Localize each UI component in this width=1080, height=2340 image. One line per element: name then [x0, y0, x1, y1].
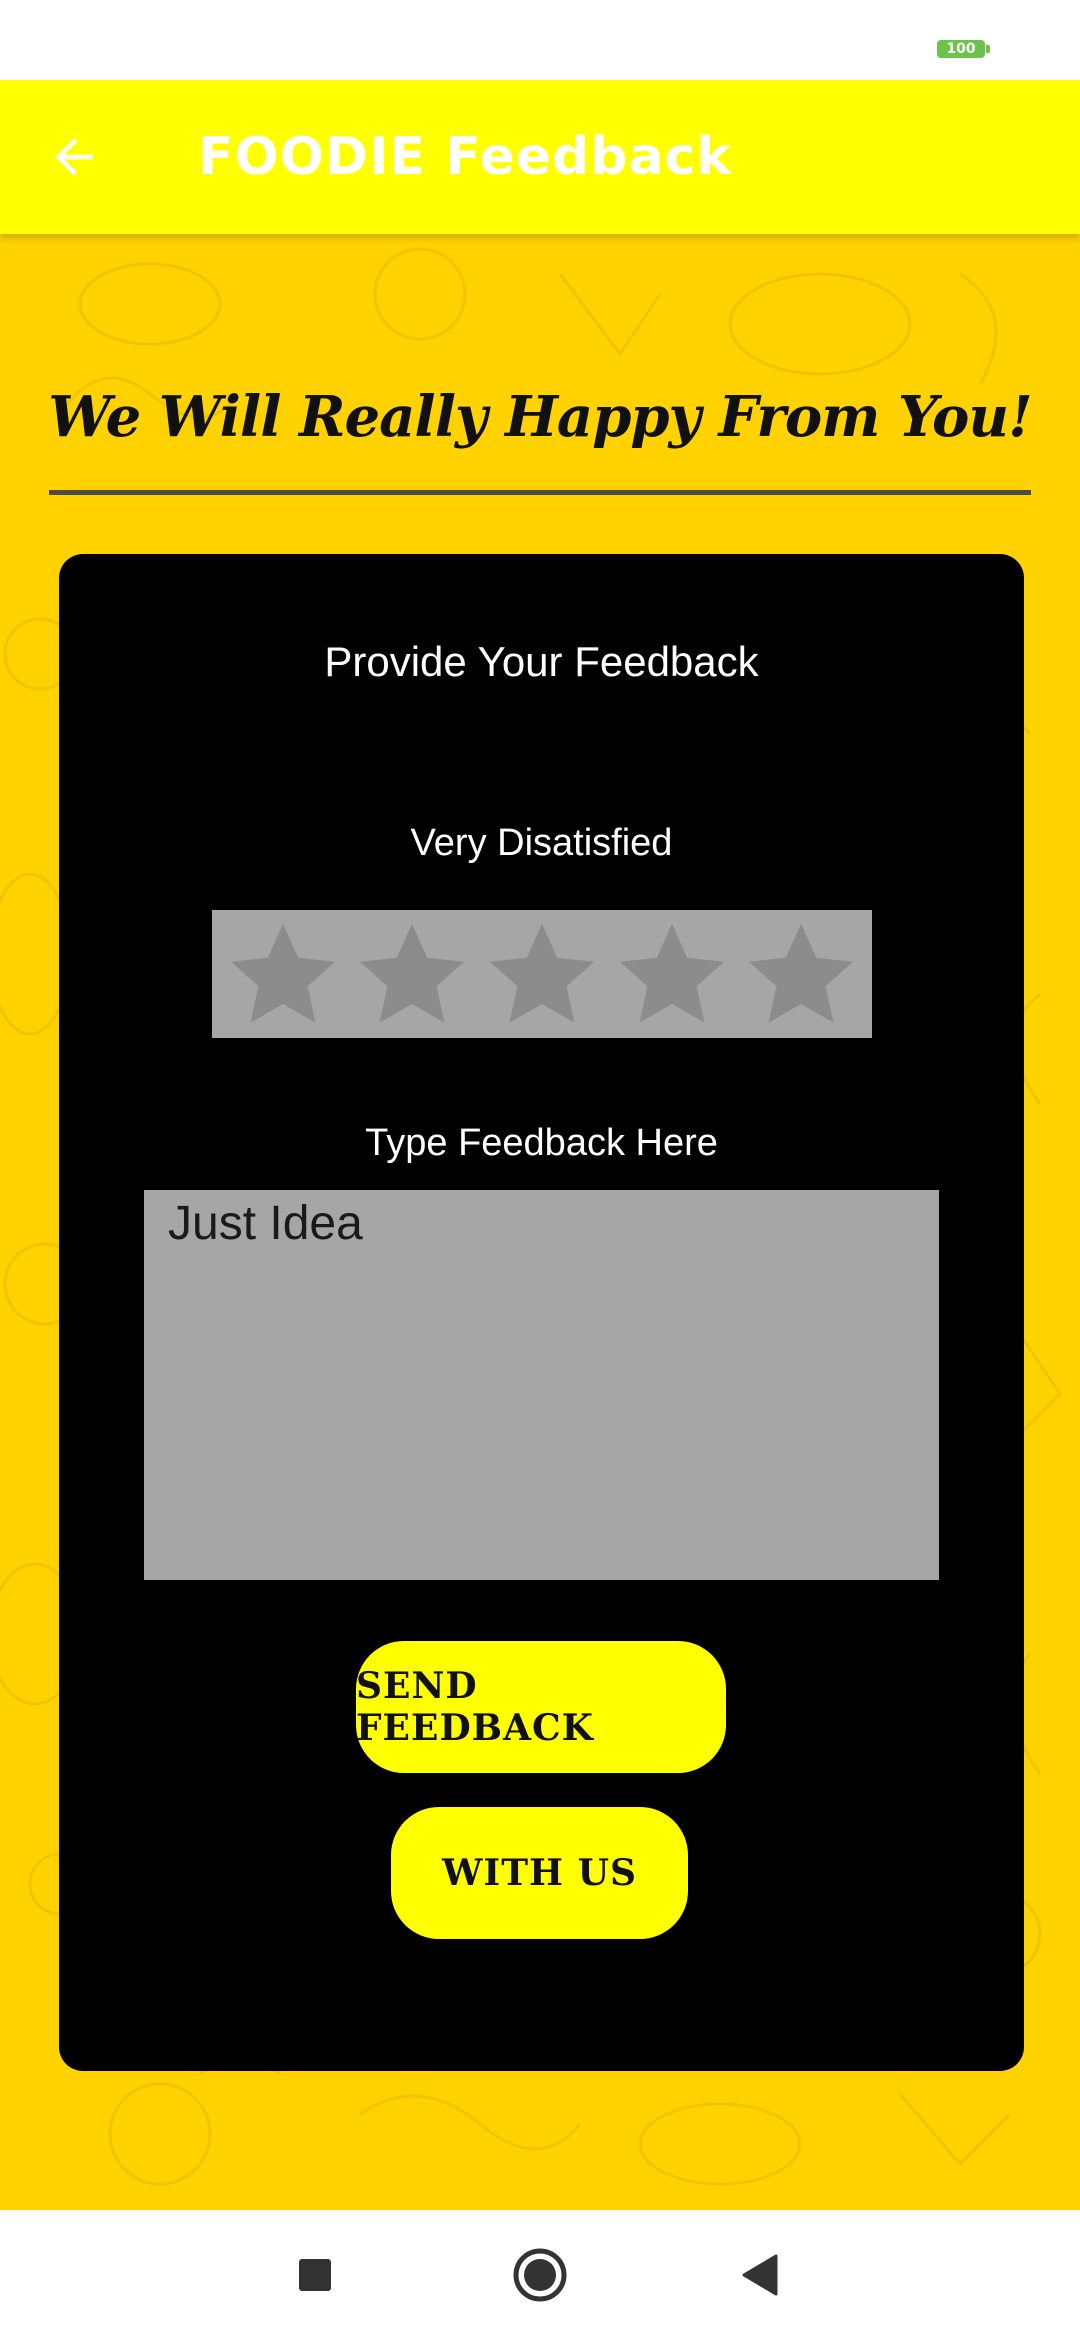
feedback-card: Provide Your Feedback Very Disatisfied T… — [59, 554, 1024, 2071]
feedback-label: Type Feedback Here — [365, 1122, 718, 1164]
star-icon[interactable] — [613, 915, 731, 1033]
main-content: We Will Really Happy From You! Provide Y… — [0, 234, 1080, 2210]
battery-level: 100 — [946, 41, 976, 57]
send-feedback-button[interactable]: SEND FEEDBACK — [356, 1641, 726, 1773]
rating-label: Very Disatisfied — [410, 822, 673, 864]
app-title: FOODIE Feedback — [198, 127, 732, 187]
circle-icon — [513, 2248, 567, 2302]
star-icon[interactable] — [742, 915, 860, 1033]
star-icon[interactable] — [224, 915, 342, 1033]
screen: 100 FOODIE Feedback We Will Really Happy… — [0, 0, 1080, 2340]
square-icon — [299, 2259, 331, 2291]
star-icon[interactable] — [483, 915, 601, 1033]
send-feedback-label: SEND FEEDBACK — [356, 1665, 594, 1749]
app-bar: FOODIE Feedback — [0, 80, 1080, 234]
with-us-label: WITH US — [442, 1852, 637, 1894]
arrow-left-icon — [55, 138, 93, 176]
battery-icon: 100 — [937, 40, 990, 58]
star-icon[interactable] — [353, 915, 471, 1033]
rating-bar[interactable] — [212, 910, 872, 1038]
home-button[interactable] — [500, 2235, 580, 2315]
system-nav-bar — [0, 2210, 1080, 2340]
card-title: Provide Your Feedback — [324, 638, 759, 685]
recents-button[interactable] — [275, 2235, 355, 2315]
triangle-back-icon — [742, 2254, 778, 2296]
with-us-button[interactable]: WITH US — [391, 1807, 688, 1939]
feedback-input[interactable]: Just Idea — [144, 1190, 939, 1580]
divider — [49, 490, 1031, 495]
status-bar: 100 — [0, 0, 1080, 80]
headline: We Will Really Happy From You! — [48, 384, 1032, 450]
nav-back-button[interactable] — [720, 2235, 800, 2315]
back-button[interactable] — [34, 117, 114, 197]
